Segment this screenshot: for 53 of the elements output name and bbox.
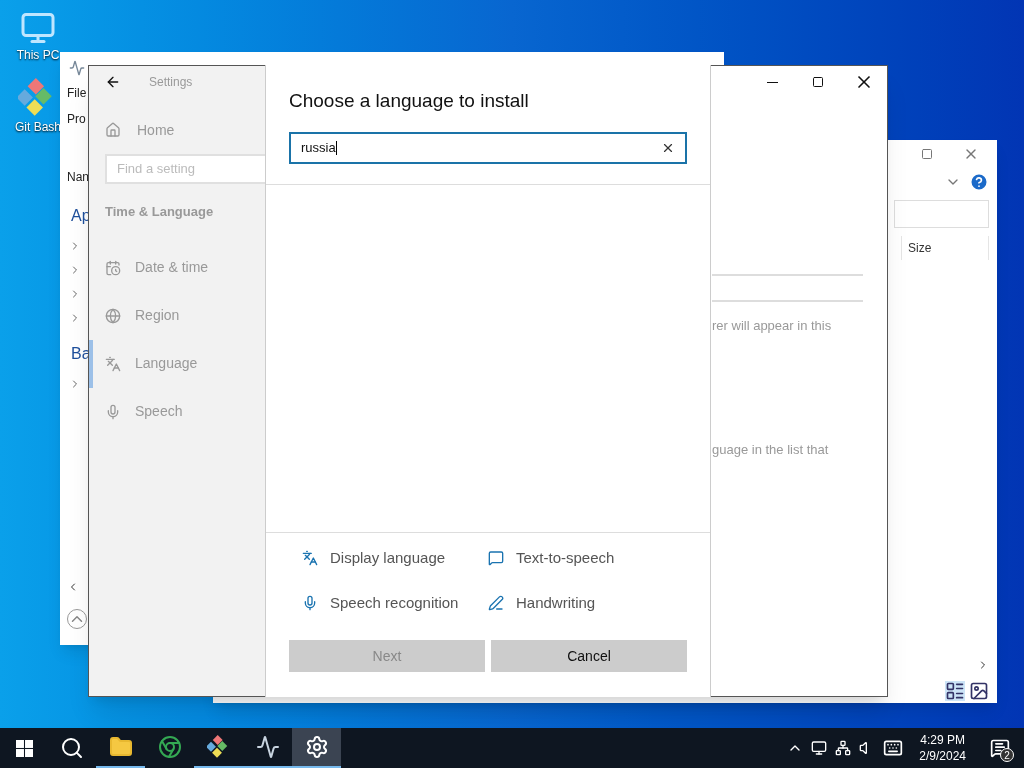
notification-button[interactable]: 2 [982,728,1018,768]
network-icon[interactable] [835,740,852,756]
feature-label: Display language [330,548,446,568]
details-view-icon[interactable] [945,681,965,701]
nav-icon [105,403,121,420]
desktop-icon-label[interactable]: Git Bash [15,118,61,136]
search-icon [60,736,84,760]
feature-label: Speech recognition [330,592,459,613]
browser-icon [157,735,182,759]
window-icon [69,60,85,76]
tiles-view-icon[interactable] [969,681,989,701]
description-text: guage in the list that [712,440,830,459]
ribbon-text: Pro [67,111,87,128]
nav-item[interactable]: Date & time [89,243,266,292]
search-field[interactable]: Find a setting [105,154,266,184]
clock[interactable]: 4:29 PM 2/9/2024 [911,732,974,764]
monitor-chart-icon [255,735,280,759]
nav-item[interactable]: Region [89,291,266,340]
search-field[interactable] [894,200,989,228]
desktop-icon-label[interactable]: This PC [16,46,60,64]
tray-monitor-icon[interactable] [811,740,828,756]
nav-icon [105,355,121,372]
folder-icon [108,735,133,759]
window-title: Settings [149,74,193,91]
nav-item[interactable]: Speech [89,387,266,436]
dropdown-field[interactable] [712,274,863,302]
feature-label: Handwriting [516,592,596,613]
dialog-title: Choose a language to install [288,89,530,113]
home-icon [105,122,121,138]
feature-label: Text-to-speech [516,548,615,568]
column-header[interactable]: Size [908,239,932,257]
feature-icon [488,594,504,611]
minimize-icon [766,81,778,83]
keyboard-icon[interactable] [883,738,904,758]
maximize-icon [812,76,824,88]
count-badge: 2 [1000,748,1014,762]
nav-icon [105,259,121,276]
back-icon[interactable] [105,74,121,90]
description-text: rer will appear in this [712,317,833,335]
windows-logo-icon [15,739,33,757]
help-icon[interactable] [969,172,989,192]
search-field[interactable]: russia [289,131,687,164]
nav-icon [105,307,121,324]
nav-item[interactable]: Home [89,106,266,154]
feature-icon [488,550,504,567]
notification-icon [990,738,1010,758]
feature-icon [302,594,318,611]
taskbar-app[interactable] [292,728,341,768]
category-heading: Time & Language [104,203,215,221]
dialog-button[interactable]: Cancel [491,640,687,672]
feature-icon [302,550,318,567]
settings-icon [304,735,329,759]
maximize-icon[interactable] [921,148,933,160]
